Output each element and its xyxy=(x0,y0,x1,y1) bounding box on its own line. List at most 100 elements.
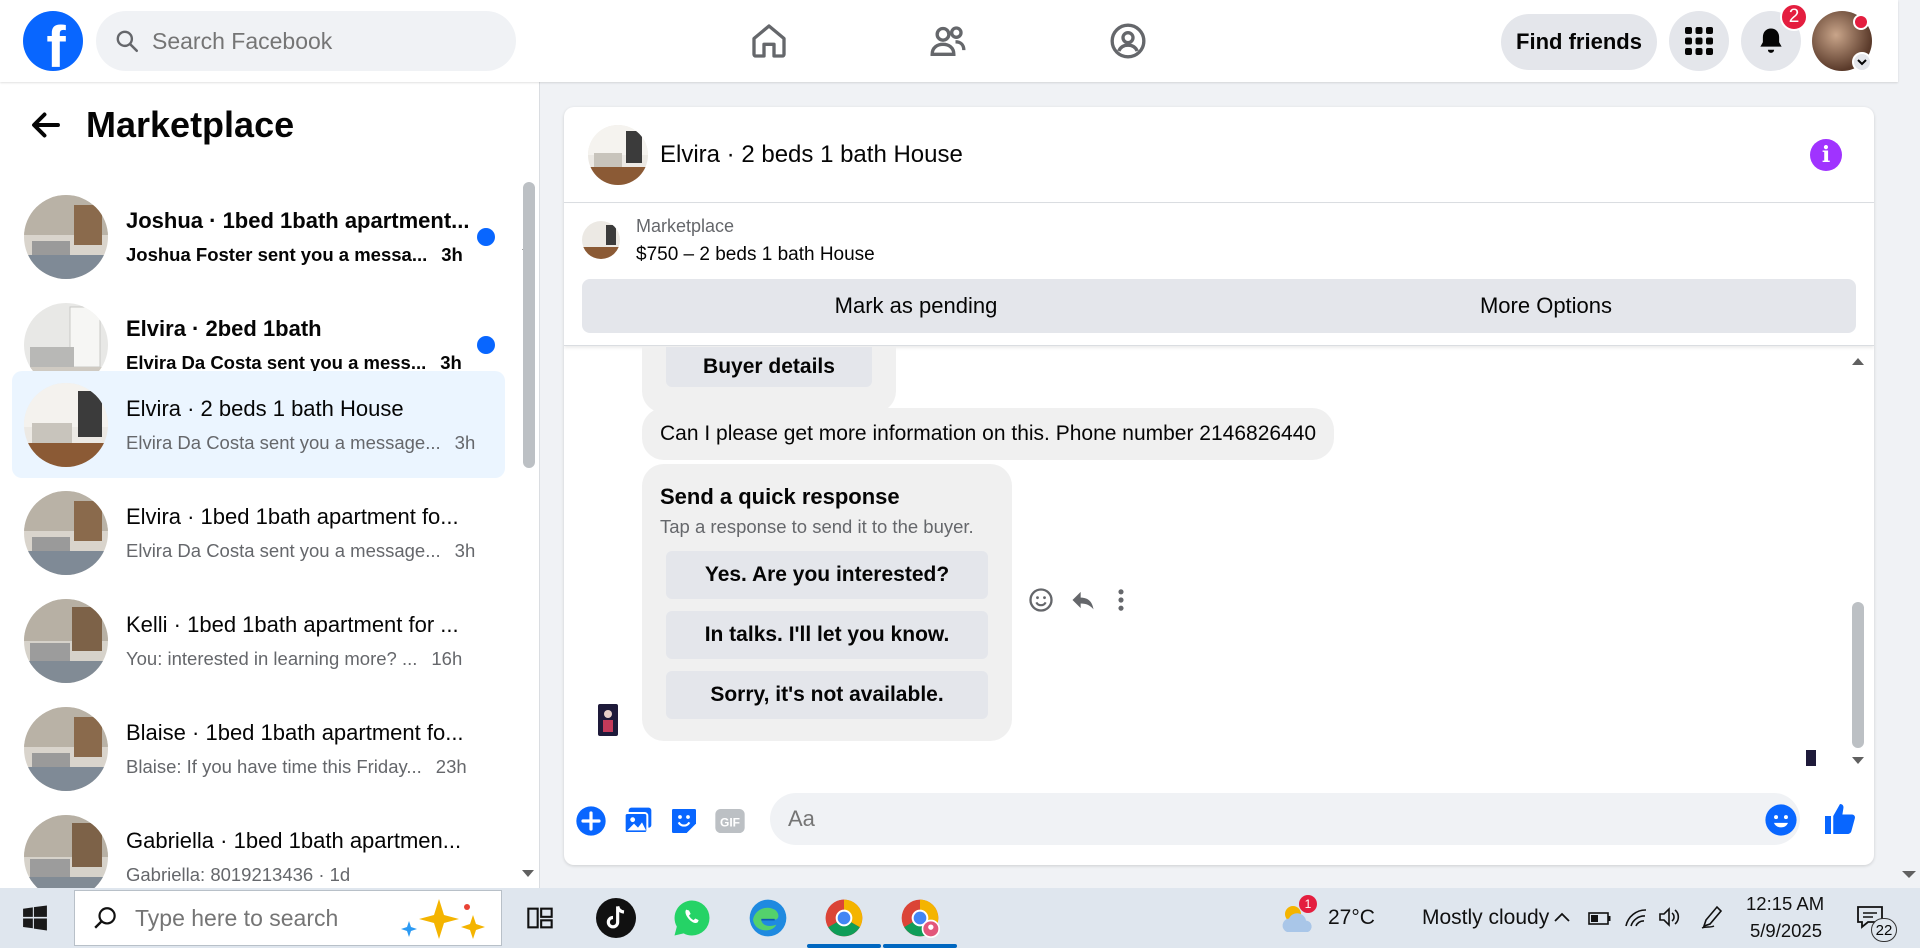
thread-item[interactable]: Gabriella · 1bed 1bath apartmen... Gabri… xyxy=(12,803,505,888)
search-facebook-box[interactable] xyxy=(96,11,516,71)
account-chevron-icon[interactable] xyxy=(1852,52,1872,72)
thread-title: Joshua · 1bed 1bath apartment... xyxy=(126,207,470,233)
quick-response-button[interactable]: In talks. I'll let you know. xyxy=(666,611,988,659)
message-bubble: Can I please get more information on thi… xyxy=(642,408,1335,460)
conversation-panel: Elvira · 2 beds 1 bath House i Marketpla… xyxy=(564,107,1874,865)
thread-item[interactable]: Blaise · 1bed 1bath apartment fo... Blai… xyxy=(12,695,505,802)
notification-count-badge: 22 xyxy=(1871,918,1897,942)
thread-item[interactable]: Kelli · 1bed 1bath apartment for ... You… xyxy=(12,587,505,694)
chat-scroll-down-icon[interactable] xyxy=(1851,755,1865,767)
edge-browser-icon[interactable] xyxy=(742,894,794,942)
thread-title: Gabriella · 1bed 1bath apartmen... xyxy=(126,827,462,853)
temperature-text[interactable]: 27°C xyxy=(1328,906,1375,930)
listing-thumbnail xyxy=(24,706,108,791)
active-app-indicator xyxy=(883,944,957,948)
find-friends-button[interactable]: Find friends xyxy=(1501,14,1657,70)
back-arrow-icon[interactable] xyxy=(28,107,64,143)
photo-icon[interactable] xyxy=(622,805,654,837)
search-input[interactable] xyxy=(152,27,492,55)
more-vertical-icon[interactable] xyxy=(1111,586,1131,614)
menu-grid-button[interactable] xyxy=(1669,11,1729,71)
search-icon xyxy=(116,30,139,53)
thread-preview: Gabriella: 8019213436 · 1d xyxy=(126,863,351,885)
conversation-thumbnail[interactable] xyxy=(588,124,648,185)
task-view-icon[interactable] xyxy=(514,894,566,942)
quick-response-title: Send a quick response xyxy=(660,484,900,509)
unread-dot xyxy=(477,335,495,354)
thread-preview: Blaise: If you have time this Friday... xyxy=(126,755,422,777)
thread-time: 3h xyxy=(454,539,476,561)
page-scrollbar[interactable] xyxy=(1898,82,1920,888)
taskbar-search-box[interactable] xyxy=(74,890,502,946)
sidebar-header: Marketplace xyxy=(28,104,294,146)
home-icon[interactable] xyxy=(746,18,792,64)
reply-icon[interactable] xyxy=(1069,586,1097,614)
facebook-logo-letter: f xyxy=(46,15,66,71)
windows-start-icon[interactable] xyxy=(22,905,48,931)
sticker-icon[interactable] xyxy=(668,805,700,837)
gif-icon[interactable]: GIF xyxy=(714,805,746,837)
facebook-logo[interactable]: f xyxy=(23,11,83,71)
thread-title: Kelli · 1bed 1bath apartment for ... xyxy=(126,611,459,637)
active-app-indicator xyxy=(807,944,881,948)
friends-icon[interactable] xyxy=(925,18,971,64)
thread-title: Blaise · 1bed 1bath apartment fo... xyxy=(126,719,464,745)
like-thumbs-up-icon[interactable] xyxy=(1822,801,1858,837)
volume-icon[interactable] xyxy=(1658,906,1682,928)
mark-as-pending-button[interactable]: Mark as pending xyxy=(582,279,1250,333)
quick-response-card: Send a quick response Tap a response to … xyxy=(642,464,1012,741)
thread-item[interactable]: Joshua · 1bed 1bath apartment... Joshua … xyxy=(12,183,505,290)
tiktok-app-icon[interactable] xyxy=(590,894,642,942)
chrome-profile-app-icon[interactable] xyxy=(894,894,946,942)
whatsapp-app-icon[interactable] xyxy=(666,894,718,942)
message-input[interactable] xyxy=(788,806,1688,832)
quick-response-button[interactable]: Yes. Are you interested? xyxy=(666,551,988,599)
chat-scroll-up-icon[interactable] xyxy=(1851,355,1865,367)
page-title: Marketplace xyxy=(86,104,295,145)
listing-thumbnail xyxy=(24,598,108,683)
thread-preview: Elvira Da Costa sent you a message... xyxy=(126,539,441,561)
search-icon xyxy=(94,907,116,929)
clock-time[interactable]: 12:15 AM xyxy=(1746,893,1824,915)
message-composer[interactable] xyxy=(770,793,1800,845)
emoji-icon[interactable] xyxy=(1764,803,1798,837)
sender-avatar[interactable] xyxy=(598,704,618,736)
groups-icon[interactable] xyxy=(1105,18,1151,64)
grid-icon xyxy=(1685,27,1713,55)
quick-response-subtitle: Tap a response to send it to the buyer. xyxy=(660,516,974,537)
sidebar-scrollbar-thumb[interactable] xyxy=(523,182,535,468)
thread-preview: You: interested in learning more? ... xyxy=(126,647,418,669)
listing-thumbnail[interactable] xyxy=(582,221,620,259)
unread-dot xyxy=(477,227,495,246)
thread-item-active[interactable]: Elvira · 2 beds 1 bath House Elvira Da C… xyxy=(12,371,505,478)
bell-icon xyxy=(1760,28,1782,53)
listing-source: Marketplace xyxy=(636,216,735,236)
listing-thumbnail xyxy=(24,490,108,575)
thread-preview: Elvira Da Costa sent you a message... xyxy=(126,431,441,453)
chrome-browser-icon[interactable] xyxy=(818,894,870,942)
thread-item[interactable]: Elvira · 1bed 1bath apartment fo... Elvi… xyxy=(12,479,505,586)
svg-text:GIF: GIF xyxy=(720,815,740,829)
thread-preview: Joshua Foster sent you a messa... xyxy=(126,243,428,265)
conversation-header: Elvira · 2 beds 1 bath House i xyxy=(564,107,1874,203)
react-emoji-icon[interactable] xyxy=(1027,586,1055,614)
chat-scrollbar-thumb[interactable] xyxy=(1852,602,1864,748)
conversation-title[interactable]: Elvira · 2 beds 1 bath House xyxy=(660,141,963,169)
weather-text[interactable]: Mostly cloudy xyxy=(1422,906,1549,930)
battery-icon[interactable] xyxy=(1588,908,1612,928)
wifi-icon[interactable] xyxy=(1624,906,1648,928)
buyer-details-button[interactable]: Buyer details xyxy=(666,347,872,387)
taskbar-search-input[interactable] xyxy=(135,904,385,932)
clock-date[interactable]: 5/9/2025 xyxy=(1750,920,1822,942)
listing-thumbnail xyxy=(24,194,108,279)
read-receipt-avatar xyxy=(1806,750,1816,766)
info-icon[interactable]: i xyxy=(1810,139,1842,171)
more-options-button[interactable]: More Options xyxy=(1236,279,1856,333)
plus-circle-icon[interactable] xyxy=(575,805,607,837)
top-navigation-bar: f Find friends 2 xyxy=(0,0,1898,82)
chevron-up-icon[interactable] xyxy=(1552,908,1572,928)
quick-response-button[interactable]: Sorry, it's not available. xyxy=(666,671,988,719)
windows-taskbar: 1 27°C Mostly cloudy 12:15 AM 5/9/2025 2… xyxy=(0,888,1920,948)
listing-price[interactable]: $750 – 2 beds 1 bath House xyxy=(636,244,875,266)
pen-icon[interactable] xyxy=(1700,904,1724,930)
